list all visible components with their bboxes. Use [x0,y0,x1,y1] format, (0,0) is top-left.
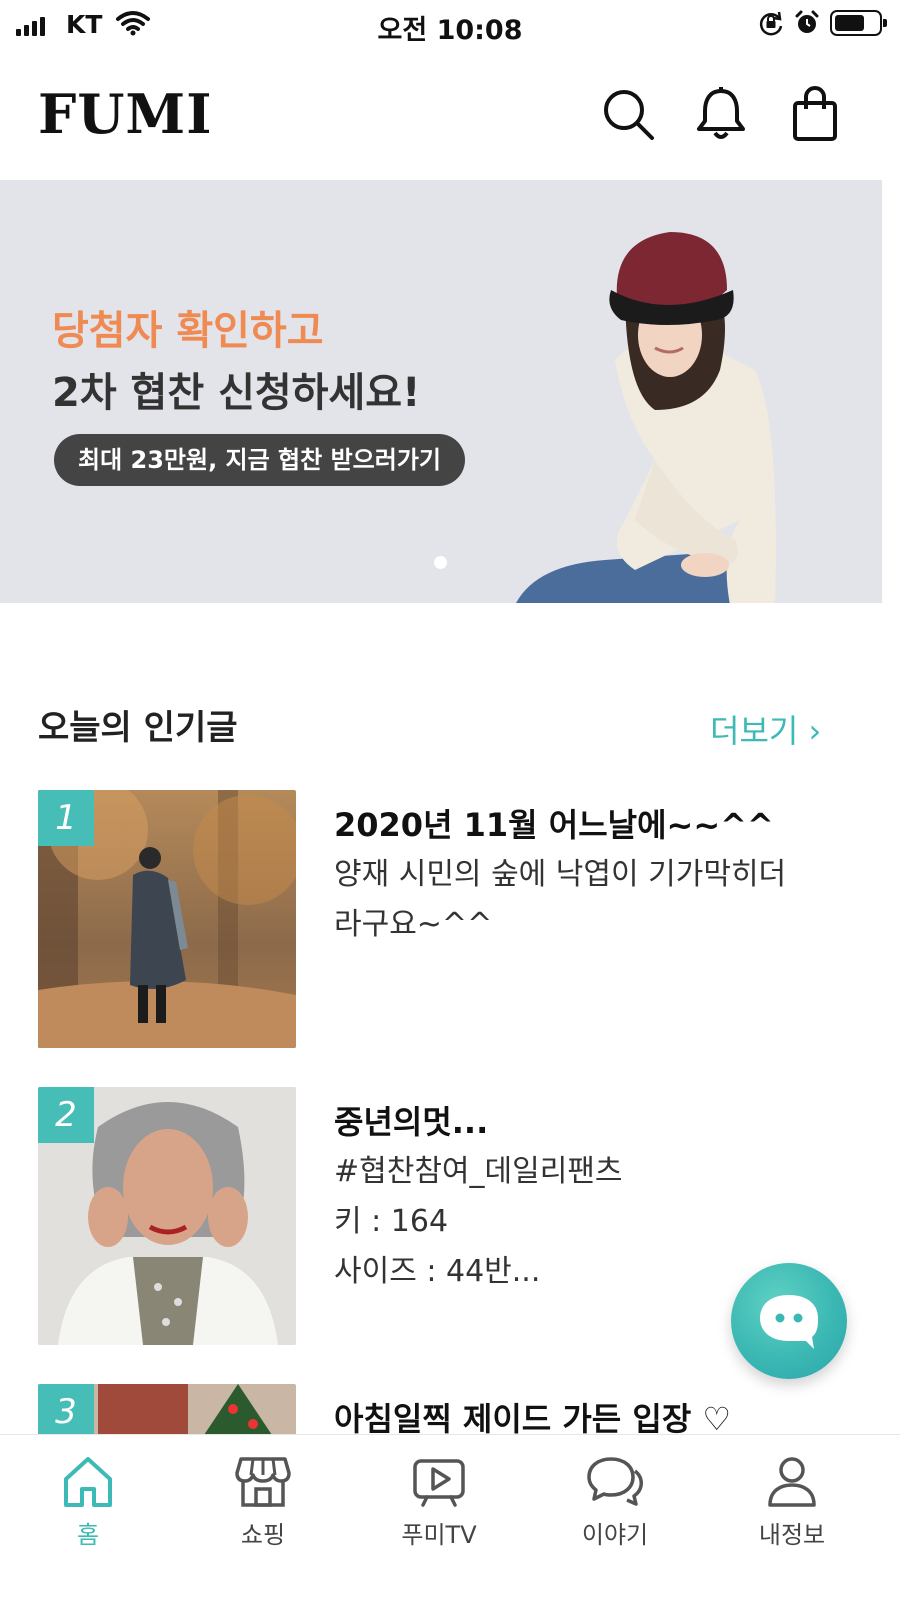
post-excerpt: 양재 시민의 숲에 낙엽이 기가막히더 라구요~^^ [334,857,787,942]
orientation-lock-icon [759,11,783,36]
more-link[interactable]: 더보기 › [710,706,821,752]
banner-model-image [505,220,795,603]
nav-label: 홈 [76,1521,100,1549]
nav-label: 푸미TV [401,1521,477,1549]
banner-subheadline: 2차 협찬 신청하세요! [52,370,421,416]
rank-badge: 3 [38,1384,94,1434]
nav-stories[interactable]: 이야기 [540,1453,690,1550]
alarm-icon [795,10,819,33]
nav-my-info[interactable]: 내정보 [717,1453,867,1550]
post-item[interactable]: 3 아침일찍 제이드 가든 입장 ♡ [38,1384,858,1434]
section-title: 오늘의 인기글 [38,708,238,748]
shopping-bag-icon[interactable] [785,84,845,144]
nav-shopping[interactable]: 쇼핑 [188,1453,338,1550]
post-thumbnail[interactable]: 3 [38,1384,296,1434]
search-icon[interactable] [598,84,658,144]
nav-label: 이야기 [581,1521,649,1549]
post-thumbnail[interactable]: 2 [38,1087,296,1345]
nav-fumi-tv[interactable]: 푸미TV [364,1453,514,1550]
battery-icon [830,10,887,36]
promo-banner[interactable]: 당첨자 확인하고 2차 협찬 신청하세요! 최대 23만원, 지금 협찬 받으러… [0,180,882,603]
nav-label: 쇼핑 [240,1521,286,1549]
fumi-logo[interactable]: FUMI [38,82,212,146]
banner-cta-button[interactable]: 최대 23만원, 지금 협찬 받으러가기 [54,434,465,486]
banner-headline: 당첨자 확인하고 [52,308,324,354]
chat-fab-button[interactable] [731,1263,847,1379]
nav-home[interactable]: 홈 [13,1453,163,1550]
store-icon [235,1457,291,1507]
chat-icon [587,1457,643,1506]
rank-badge: 2 [38,1087,94,1143]
app-header: FUMI [0,60,900,170]
rank-badge: 1 [38,790,94,846]
post-item[interactable]: 1 2020년 11월 어느날에~~^^ 양재 시민의 숲에 낙엽이 기가막히더… [38,790,858,1048]
post-title[interactable]: 중년의멋... [334,1097,488,1143]
profile-icon [768,1457,816,1507]
post-title[interactable]: 아침일찍 제이드 가든 입장 ♡ [334,1394,731,1434]
post-title[interactable]: 2020년 11월 어느날에~~^^ [334,800,774,846]
carousel-indicator[interactable] [434,556,447,569]
nav-label: 내정보 [758,1521,826,1549]
status-bar: KT 오전 10:08 [0,0,900,50]
post-thumbnail[interactable]: 1 [38,790,296,1048]
chat-bubble-icon [760,1295,818,1349]
home-icon [64,1457,112,1507]
tv-icon [413,1459,465,1507]
bell-icon[interactable] [691,84,751,144]
bottom-nav: 홈 쇼핑 푸미TV 이야기 내정보 [0,1434,900,1601]
